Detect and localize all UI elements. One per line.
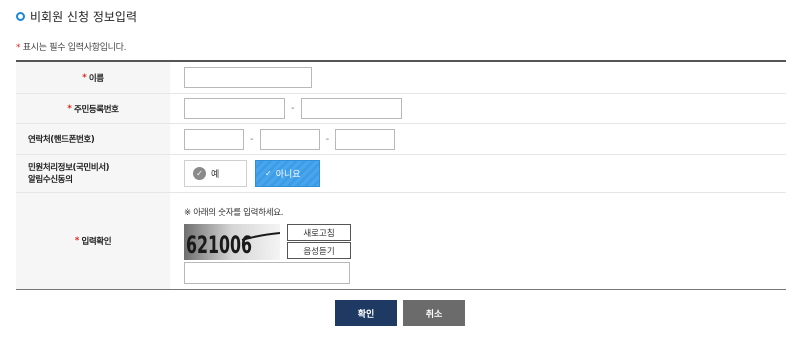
- phone-first-input[interactable]: [184, 128, 244, 150]
- phone-middle-input[interactable]: [259, 128, 320, 150]
- form-row-rrn: * 주민등록번호 -: [16, 94, 786, 124]
- label-name-text: 이름: [88, 73, 104, 84]
- label-consent-line1: 민원처리정보(국민비서): [28, 162, 110, 173]
- phone-dash-1: -: [250, 133, 254, 145]
- consent-no-label: 아니요: [275, 170, 301, 180]
- consent-no-button[interactable]: ✓ 아니요: [255, 160, 320, 187]
- label-captcha: * 입력확인: [16, 193, 170, 289]
- form-row-name: * 이름: [16, 62, 786, 94]
- form-row-consent: 민원처리정보(국민비서) 알림수신동의 ✓ 예 ✓ 아니요: [16, 155, 786, 193]
- rrn-dash: -: [291, 103, 295, 114]
- required-star: *: [82, 72, 87, 83]
- captcha-image: 621006: [184, 224, 280, 260]
- rrn-first-input[interactable]: [184, 98, 285, 119]
- required-star: *: [67, 103, 72, 114]
- circle-bullet-icon: [16, 12, 25, 21]
- captcha-audio-button[interactable]: 음성듣기: [287, 242, 351, 259]
- label-rrn: * 주민등록번호: [16, 94, 170, 123]
- confirm-button[interactable]: 확인: [335, 300, 397, 326]
- check-circle-icon: ✓: [193, 167, 206, 180]
- rrn-second-input[interactable]: [300, 98, 402, 119]
- label-phone: 연락처(핸드폰번호): [16, 124, 170, 154]
- required-star: *: [74, 236, 79, 246]
- label-name: * 이름: [16, 62, 170, 93]
- form-row-phone: 연락처(핸드폰번호) - -: [16, 124, 786, 155]
- phone-last-input[interactable]: [335, 128, 396, 150]
- captcha-text: 621006: [186, 231, 252, 259]
- form-table: * 이름 * 주민등록번호 - 연락처(핸드폰번호) - - 민원처리정보(국민…: [16, 60, 786, 290]
- section-title: 비회원 신청 정보입력: [16, 8, 137, 25]
- phone-dash-2: -: [325, 133, 330, 145]
- consent-yes-label: 예: [211, 170, 220, 180]
- captcha-refresh-button[interactable]: 새로고침: [287, 224, 351, 241]
- label-consent: 민원처리정보(국민비서) 알림수신동의: [16, 155, 170, 192]
- captcha-instruction: ※ 아래의 숫자를 입력하세요.: [184, 208, 284, 218]
- page-title: 비회원 신청 정보입력: [30, 10, 137, 24]
- form-row-captcha: * 입력확인 ※ 아래의 숫자를 입력하세요. 621006 새로고침 음성듣기: [16, 193, 786, 289]
- cancel-button[interactable]: 취소: [403, 300, 465, 326]
- captcha-input[interactable]: [184, 262, 350, 284]
- name-input[interactable]: [184, 67, 312, 88]
- consent-yes-button[interactable]: ✓ 예: [184, 160, 247, 187]
- required-note: * 표시는 필수 입력사항입니다.: [16, 40, 127, 53]
- label-phone-text: 연락처(핸드폰번호): [28, 135, 95, 145]
- label-rrn-text: 주민등록번호: [74, 104, 119, 115]
- label-captcha-text: 입력확인: [81, 237, 112, 247]
- label-consent-line2: 알림수신동의: [28, 174, 73, 185]
- check-icon: ✓: [265, 169, 272, 178]
- required-note-text: 표시는 필수 입력사항입니다.: [20, 43, 127, 53]
